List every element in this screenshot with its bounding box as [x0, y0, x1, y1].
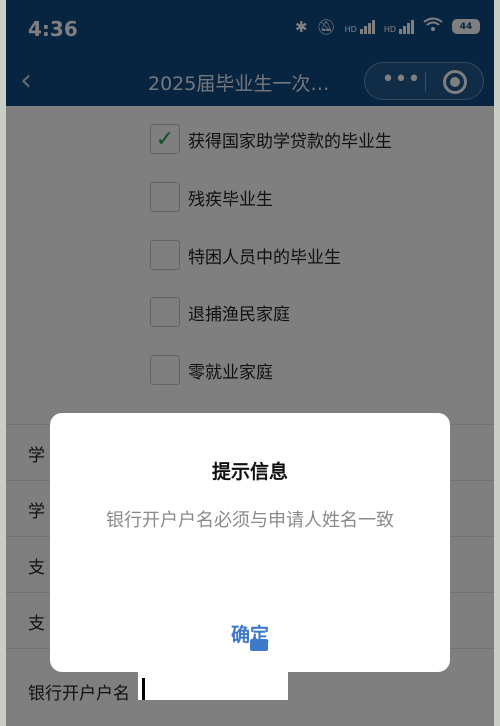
touch-indicator — [250, 639, 268, 651]
bank-account-name-input[interactable] — [138, 672, 288, 700]
dialog-title: 提示信息 — [211, 461, 288, 483]
phone-screen: 4:36 ✱ 🔕︎ HD HD 44 ‹ 2025届毕业生一次… ••• — [6, 0, 494, 726]
text-cursor — [142, 678, 145, 700]
alert-dialog: 提示信息 银行开户户名必须与申请人姓名一致 确定 — [50, 413, 450, 672]
dialog-message: 银行开户户名必须与申请人姓名一致 — [106, 510, 394, 531]
